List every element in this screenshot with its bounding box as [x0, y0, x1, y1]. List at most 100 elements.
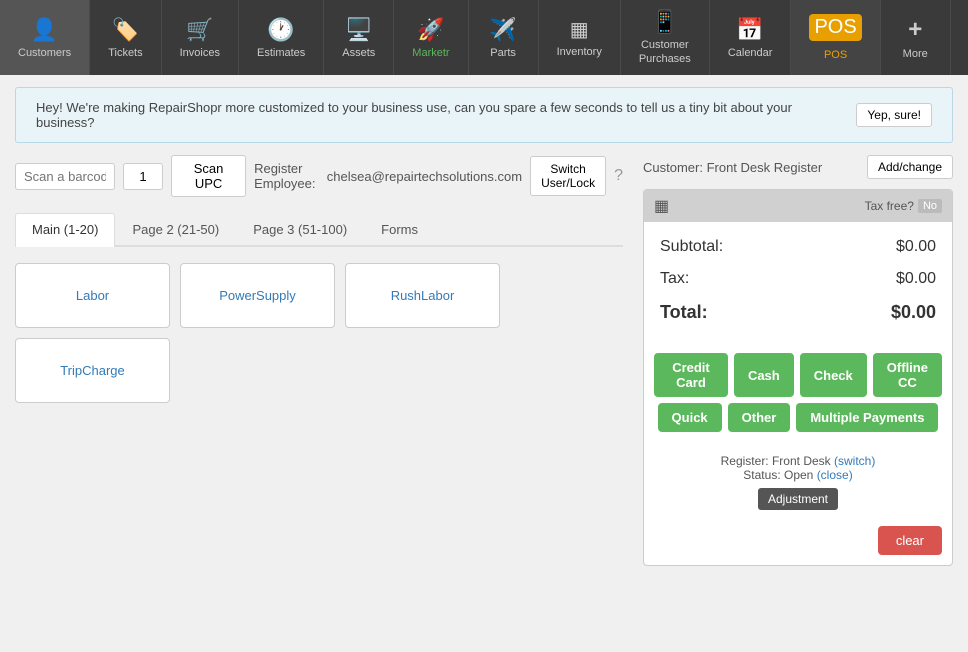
parts-icon: ✈️	[489, 17, 516, 43]
tax-free-label: Tax free?	[865, 199, 914, 213]
tab-forms[interactable]: Forms	[364, 213, 435, 245]
total-label: Total:	[660, 302, 708, 323]
estimates-icon: 🕐	[267, 17, 294, 43]
nav-calendar-label: Calendar	[728, 47, 773, 59]
nav-customer-purchases-label: CustomerPurchases	[639, 39, 691, 65]
nav-estimates-label: Estimates	[257, 47, 305, 59]
banner-button[interactable]: Yep, sure!	[856, 103, 932, 127]
tax-row: Tax: $0.00	[660, 270, 936, 288]
nav-invoices-label: Invoices	[180, 47, 220, 59]
nav-tickets-label: Tickets	[108, 47, 142, 59]
tax-free-value: No	[918, 199, 942, 213]
other-button[interactable]: Other	[728, 403, 791, 432]
credit-card-button[interactable]: Credit Card	[654, 353, 728, 397]
marketr-icon: 🚀	[417, 17, 444, 43]
product-rushlabor[interactable]: RushLabor	[345, 263, 500, 328]
barcode-icon: ▦	[654, 196, 669, 216]
nav-tickets[interactable]: 🏷️ Tickets	[90, 0, 161, 75]
nav-customers-label: Customers	[18, 47, 71, 59]
status-label: Status: Open	[743, 468, 813, 482]
switch-link[interactable]: (switch)	[834, 454, 875, 468]
employee-label: Register Employee:	[254, 161, 319, 191]
product-tabs: Main (1-20) Page 2 (21-50) Page 3 (51-10…	[15, 213, 623, 247]
nav-more[interactable]: + More	[881, 0, 951, 75]
payment-row-2: Quick Other Multiple Payments	[654, 403, 942, 432]
pos-totals: Subtotal: $0.00 Tax: $0.00 Total: $0.00	[644, 222, 952, 353]
quick-button[interactable]: Quick	[658, 403, 722, 432]
employee-email: chelsea@repairtechsolutions.com	[327, 169, 522, 184]
offline-cc-button[interactable]: Offline CC	[873, 353, 942, 397]
total-row: Total: $0.00	[660, 302, 936, 323]
customer-label: Customer: Front Desk Register	[643, 160, 822, 175]
scan-bar: Scan UPC Register Employee: chelsea@repa…	[15, 155, 623, 197]
calendar-icon: 📅	[736, 17, 763, 43]
main-content: Scan UPC Register Employee: chelsea@repa…	[0, 155, 968, 581]
cash-button[interactable]: Cash	[734, 353, 794, 397]
adjustment-section: Adjustment	[644, 488, 952, 522]
nav-more-label: More	[903, 48, 928, 60]
close-link[interactable]: (close)	[817, 468, 853, 482]
adjustment-badge: Adjustment	[758, 488, 838, 510]
pos-footer: Register: Front Desk (switch) Status: Op…	[644, 448, 952, 488]
customer-bar: Customer: Front Desk Register Add/change	[643, 155, 953, 179]
nav-customer-purchases[interactable]: 📱 CustomerPurchases	[621, 0, 710, 75]
assets-icon: 🖥️	[345, 17, 372, 43]
nav-invoices[interactable]: 🛒 Invoices	[162, 0, 239, 75]
customers-icon: 👤	[31, 17, 58, 43]
payment-row-1: Credit Card Cash Check Offline CC	[654, 353, 942, 397]
pos-icon: POS	[809, 14, 861, 41]
pos-header: ▦ Tax free? No	[644, 190, 952, 222]
nav-calendar[interactable]: 📅 Calendar	[710, 0, 792, 75]
register-info: Register: Front Desk (switch)	[650, 454, 946, 468]
nav-marketr-label: Marketr	[412, 47, 449, 59]
tax-free-section: Tax free? No	[865, 199, 942, 213]
nav-marketr[interactable]: 🚀 Marketr	[394, 0, 468, 75]
multiple-payments-button[interactable]: Multiple Payments	[796, 403, 938, 432]
help-icon[interactable]: ?	[614, 167, 623, 185]
info-banner: Hey! We're making RepairShopr more custo…	[15, 87, 953, 143]
more-icon: +	[908, 16, 922, 44]
subtotal-row: Subtotal: $0.00	[660, 238, 936, 256]
tab-main[interactable]: Main (1-20)	[15, 213, 115, 247]
tab-page3[interactable]: Page 3 (51-100)	[236, 213, 364, 245]
subtotal-value: $0.00	[896, 238, 936, 256]
invoices-icon: 🛒	[186, 17, 213, 43]
nav-pos[interactable]: POS POS	[791, 0, 880, 75]
status-info: Status: Open (close)	[650, 468, 946, 482]
tab-page2[interactable]: Page 2 (21-50)	[115, 213, 236, 245]
pos-panel: ▦ Tax free? No Subtotal: $0.00 Tax: $0.0…	[643, 189, 953, 566]
barcode-input[interactable]	[15, 163, 115, 190]
switch-user-button[interactable]: Switch User/Lock	[530, 156, 606, 196]
clear-section: clear	[644, 526, 952, 555]
product-tripcharge[interactable]: TripCharge	[15, 338, 170, 403]
product-grid: Labor PowerSupply RushLabor TripCharge	[15, 263, 623, 403]
tickets-icon: 🏷️	[112, 17, 139, 43]
nav-pos-label: POS	[824, 49, 847, 61]
employee-info: Register Employee: chelsea@repairtechsol…	[254, 156, 623, 196]
quantity-input[interactable]	[123, 163, 163, 190]
tax-label: Tax:	[660, 270, 689, 288]
total-value: $0.00	[891, 302, 936, 323]
product-powersupply[interactable]: PowerSupply	[180, 263, 335, 328]
right-panel: Customer: Front Desk Register Add/change…	[643, 155, 953, 566]
subtotal-label: Subtotal:	[660, 238, 723, 256]
nav-inventory[interactable]: ▦ Inventory	[539, 0, 621, 75]
nav-parts[interactable]: ✈️ Parts	[469, 0, 539, 75]
left-panel: Scan UPC Register Employee: chelsea@repa…	[15, 155, 623, 566]
nav-inventory-label: Inventory	[557, 46, 602, 58]
customer-purchases-icon: 📱	[651, 9, 678, 35]
scan-upc-button[interactable]: Scan UPC	[171, 155, 246, 197]
payment-buttons: Credit Card Cash Check Offline CC Quick …	[644, 353, 952, 448]
add-change-button[interactable]: Add/change	[867, 155, 953, 179]
register-label: Register: Front Desk	[721, 454, 831, 468]
check-button[interactable]: Check	[800, 353, 867, 397]
nav-assets[interactable]: 🖥️ Assets	[324, 0, 394, 75]
product-labor[interactable]: Labor	[15, 263, 170, 328]
nav-parts-label: Parts	[490, 47, 516, 59]
tax-value: $0.00	[896, 270, 936, 288]
nav-customers[interactable]: 👤 Customers	[0, 0, 90, 75]
nav-estimates[interactable]: 🕐 Estimates	[239, 0, 324, 75]
clear-button[interactable]: clear	[878, 526, 942, 555]
nav-assets-label: Assets	[342, 47, 375, 59]
pos-header-left: ▦	[654, 196, 669, 216]
